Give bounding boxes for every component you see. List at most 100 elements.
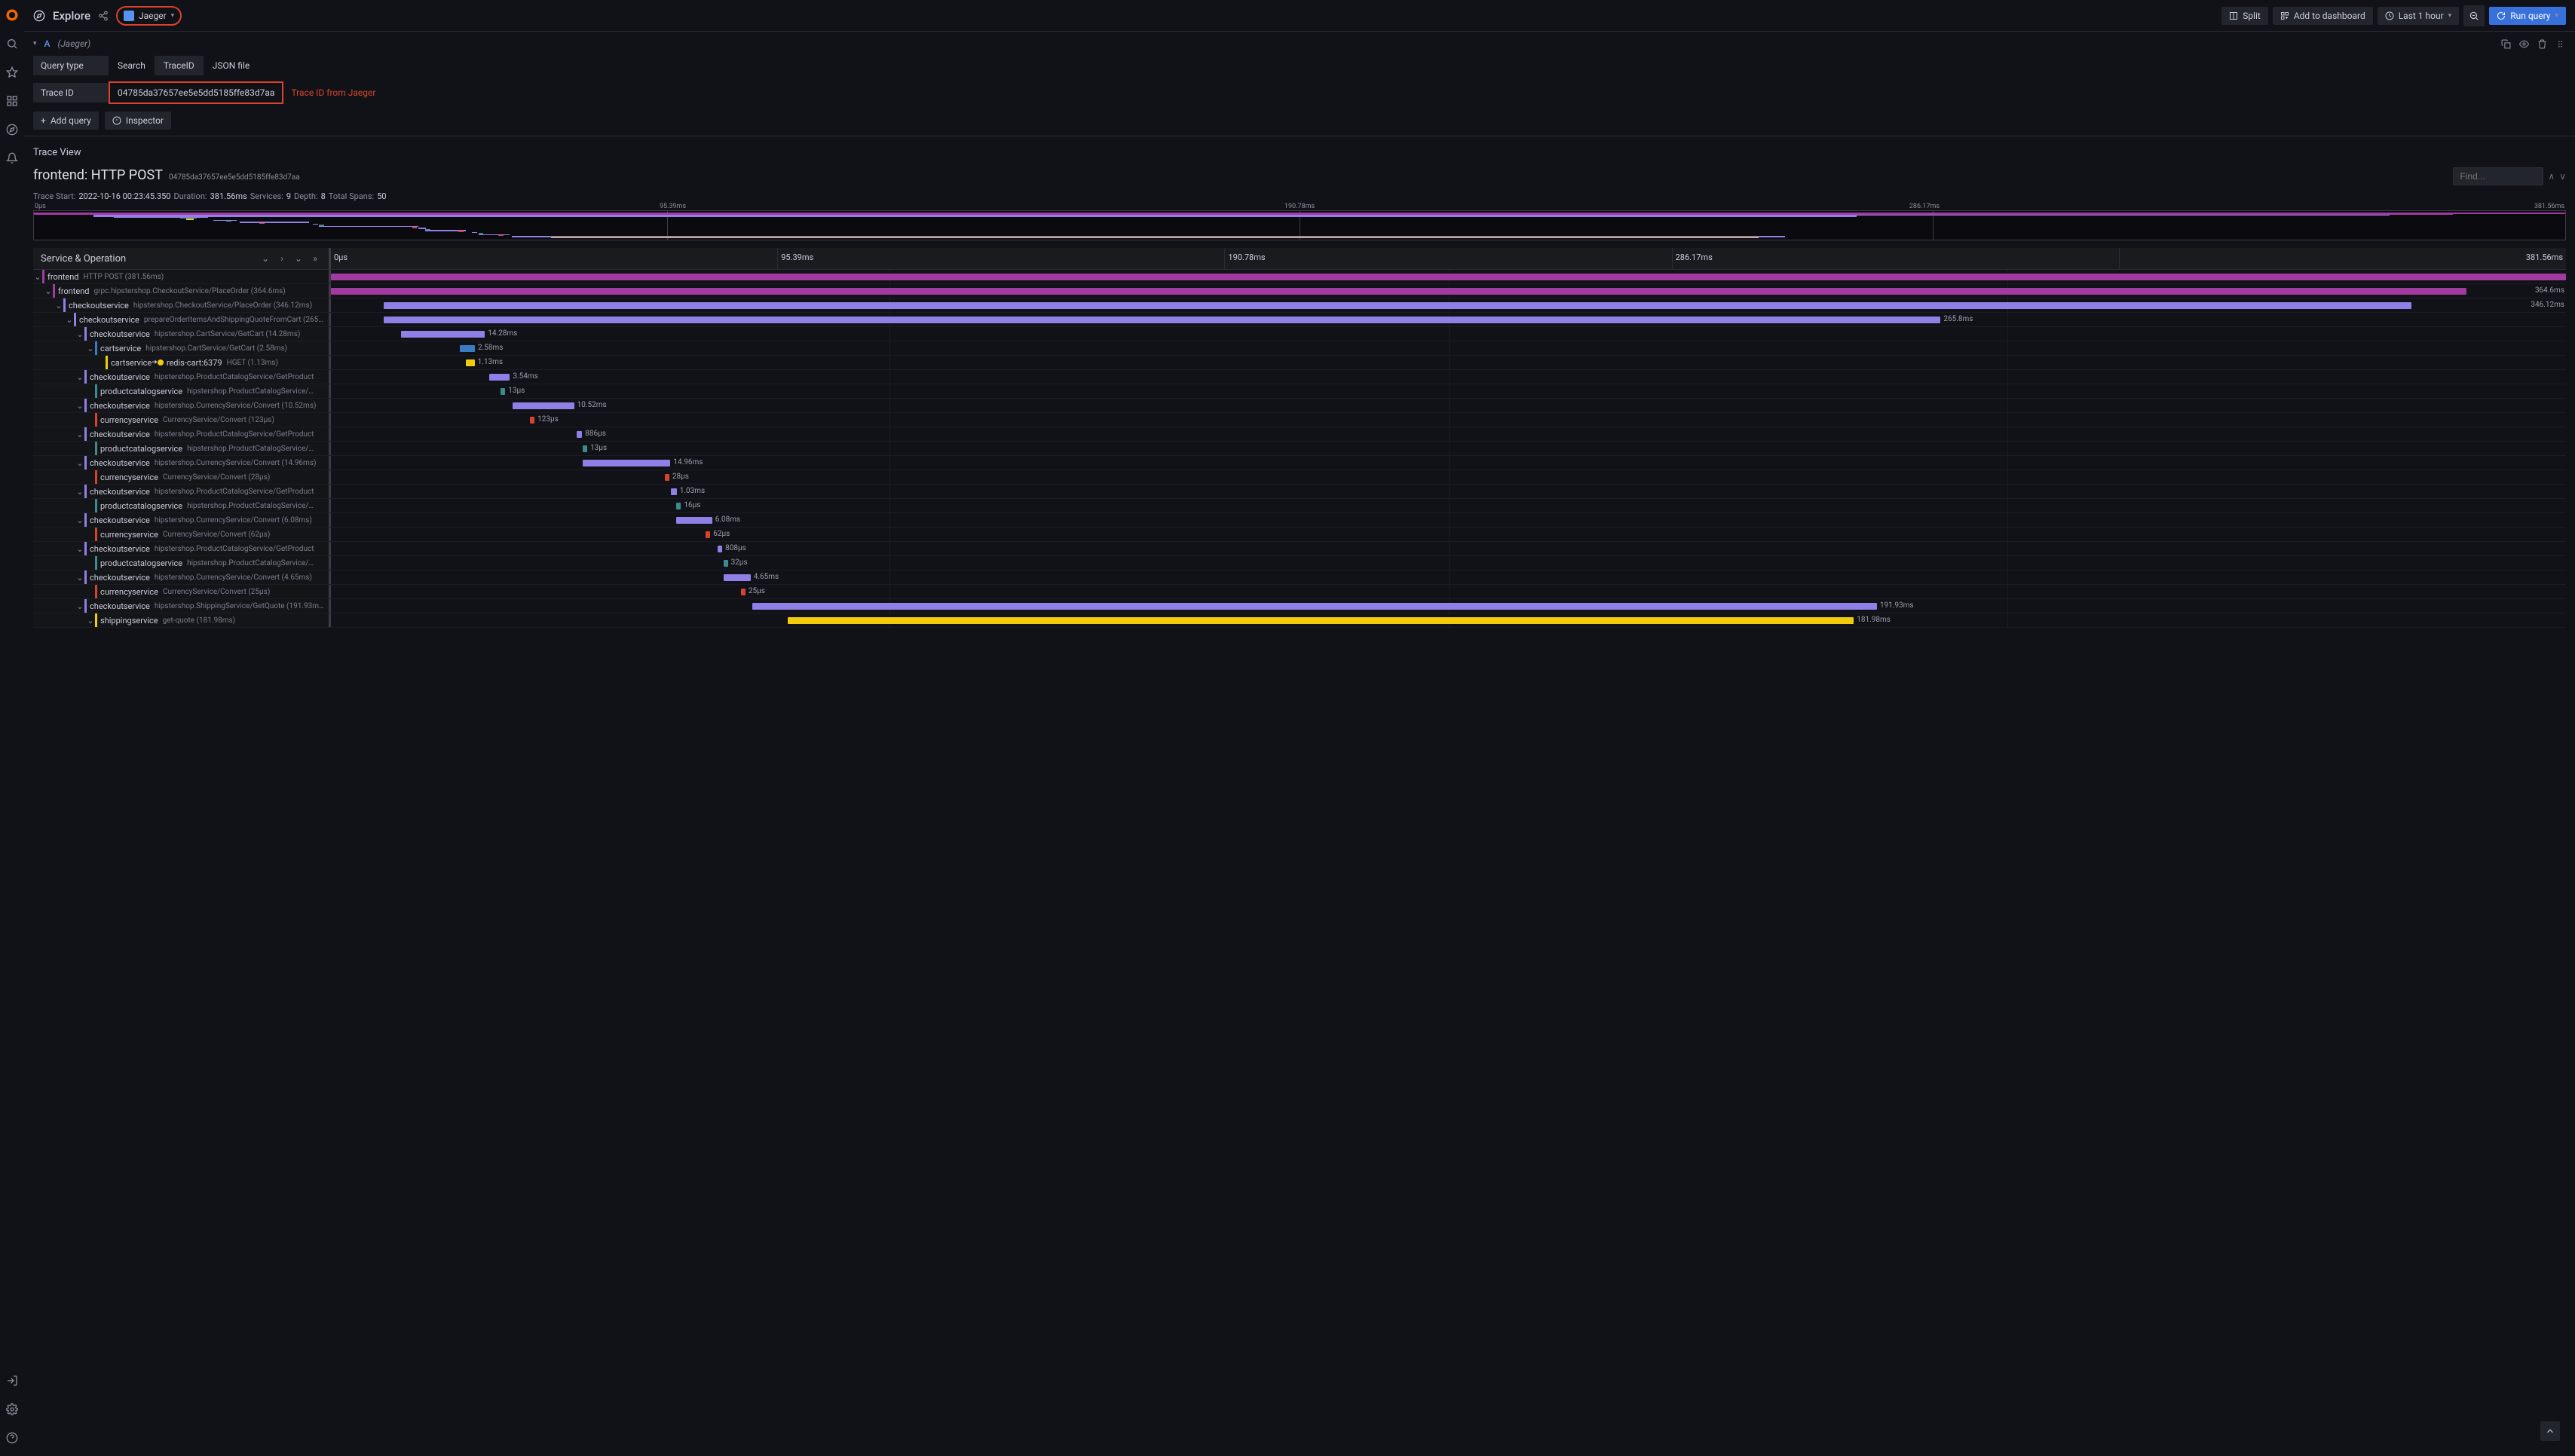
expand-all-icon[interactable]: »: [309, 252, 321, 265]
span-row[interactable]: ⌄cartservicehipstershop.CartService/GetC…: [33, 341, 2566, 356]
add-to-dashboard-button[interactable]: Add to dashboard: [2273, 7, 2373, 25]
span-bar[interactable]: [665, 474, 669, 481]
span-row[interactable]: ⌄frontendgrpc.hipstershop.CheckoutServic…: [33, 284, 2566, 298]
scroll-top-button[interactable]: [2540, 1421, 2560, 1441]
span-bar[interactable]: [384, 317, 1940, 323]
signin-icon[interactable]: [5, 1373, 20, 1388]
span-bar[interactable]: [530, 417, 534, 424]
chevron-down-icon[interactable]: ⌄: [65, 315, 74, 325]
chevron-down-icon[interactable]: ⌄: [75, 401, 84, 411]
chevron-down-icon[interactable]: ⌄: [75, 601, 84, 611]
chevron-down-icon[interactable]: ⌄: [54, 301, 63, 310]
span-bar[interactable]: [489, 374, 510, 381]
chevron-down-icon[interactable]: ⌄: [75, 573, 84, 583]
split-button[interactable]: Split: [2221, 7, 2268, 25]
run-query-button[interactable]: Run query ▾: [2489, 7, 2566, 25]
span-bar[interactable]: [724, 560, 728, 567]
span-row[interactable]: currencyserviceCurrencyService/Convert (…: [33, 528, 2566, 542]
span-bar[interactable]: [384, 302, 2411, 309]
drag-query-icon[interactable]: [2554, 38, 2566, 50]
span-bar[interactable]: [706, 531, 710, 538]
dashboards-icon[interactable]: [5, 93, 20, 109]
span-bar[interactable]: [331, 288, 2466, 295]
span-bar[interactable]: [676, 517, 712, 524]
query-tab-traceid[interactable]: TraceID: [155, 56, 204, 75]
search-icon[interactable]: [5, 36, 20, 51]
span-bar[interactable]: [501, 388, 505, 395]
span-row[interactable]: productcatalogservicehipstershop.Product…: [33, 442, 2566, 456]
query-tab-json-file[interactable]: JSON file: [204, 56, 259, 75]
span-row[interactable]: ⌄checkoutservicehipstershop.CurrencyServ…: [33, 456, 2566, 470]
chevron-down-icon[interactable]: ⌄: [75, 372, 84, 382]
span-row[interactable]: productcatalogservicehipstershop.Product…: [33, 499, 2566, 513]
expand-one-icon[interactable]: ›: [276, 252, 288, 265]
datasource-picker[interactable]: Jaeger ▾: [116, 6, 182, 26]
help-icon[interactable]: [5, 1430, 20, 1445]
grafana-logo-icon[interactable]: [5, 8, 20, 23]
span-bar[interactable]: [788, 617, 1854, 624]
span-row[interactable]: ⌄checkoutservicehipstershop.ProductCatal…: [33, 370, 2566, 384]
span-bar[interactable]: [718, 546, 722, 552]
inspector-button[interactable]: Inspector: [105, 112, 171, 130]
span-bar[interactable]: [331, 274, 2566, 280]
collapse-one-icon[interactable]: ⌄: [292, 252, 305, 265]
collapse-all-icon[interactable]: ⌄: [259, 252, 271, 265]
chevron-down-icon[interactable]: ⌄: [86, 616, 95, 626]
delete-query-icon[interactable]: [2536, 38, 2548, 50]
span-row[interactable]: productcatalogservicehipstershop.Product…: [33, 384, 2566, 399]
chevron-down-icon[interactable]: ⌄: [86, 344, 95, 353]
span-bar[interactable]: [513, 402, 574, 409]
span-bar[interactable]: [724, 574, 751, 581]
span-bar[interactable]: [466, 359, 475, 366]
span-row[interactable]: cartservice ➜ redis-cart:6379HGET (1.13m…: [33, 356, 2566, 370]
chevron-down-icon[interactable]: ⌄: [44, 286, 53, 296]
span-bar[interactable]: [676, 503, 681, 509]
chevron-down-icon[interactable]: ⌄: [75, 329, 84, 339]
copy-query-icon[interactable]: [2500, 38, 2512, 50]
alert-icon[interactable]: [5, 151, 20, 166]
trace-minimap[interactable]: [33, 210, 2566, 240]
span-row[interactable]: currencyserviceCurrencyService/Convert (…: [33, 470, 2566, 485]
span-row[interactable]: ⌄shippingserviceget-quote (181.98ms)181.…: [33, 613, 2566, 628]
span-row[interactable]: ⌄checkoutservicehipstershop.ProductCatal…: [33, 542, 2566, 556]
chevron-down-icon[interactable]: ⌄: [75, 515, 84, 525]
query-tab-search[interactable]: Search: [109, 56, 155, 75]
span-row[interactable]: ⌄checkoutservicehipstershop.CartService/…: [33, 327, 2566, 341]
span-row[interactable]: ⌄checkoutserviceprepareOrderItemsAndShip…: [33, 313, 2566, 327]
span-row[interactable]: ⌄checkoutservicehipstershop.ProductCatal…: [33, 427, 2566, 442]
share-icon[interactable]: [98, 11, 109, 21]
chevron-down-icon[interactable]: ⌄: [33, 272, 42, 282]
trace-id-input[interactable]: 04785da37657ee5e5dd5185ffe83d7aa: [109, 81, 283, 104]
toggle-query-icon[interactable]: [2518, 38, 2530, 50]
chevron-down-icon[interactable]: ⌄: [75, 544, 84, 554]
span-row[interactable]: ⌄checkoutservicehipstershop.CheckoutServ…: [33, 298, 2566, 313]
span-bar[interactable]: [741, 589, 746, 595]
find-prev-icon[interactable]: ∧: [2548, 171, 2555, 182]
span-row[interactable]: productcatalogservicehipstershop.Product…: [33, 556, 2566, 570]
gear-icon[interactable]: [5, 1402, 20, 1417]
span-bar[interactable]: [577, 431, 582, 438]
find-input[interactable]: [2453, 167, 2543, 185]
collapse-query-icon[interactable]: ▾: [33, 40, 37, 47]
add-query-button[interactable]: +Add query: [33, 112, 99, 130]
zoom-out-button[interactable]: [2463, 5, 2485, 26]
span-row[interactable]: ⌄checkoutservicehipstershop.ProductCatal…: [33, 485, 2566, 499]
span-row[interactable]: currencyserviceCurrencyService/Convert (…: [33, 585, 2566, 599]
span-row[interactable]: ⌄frontendHTTP POST (381.56ms): [33, 270, 2566, 284]
chevron-down-icon[interactable]: ⌄: [75, 487, 84, 497]
explore-icon[interactable]: [5, 122, 20, 137]
span-bar[interactable]: [671, 488, 677, 495]
find-next-icon[interactable]: ∨: [2559, 171, 2566, 182]
span-bar[interactable]: [401, 331, 485, 338]
span-row[interactable]: ⌄checkoutservicehipstershop.CurrencyServ…: [33, 513, 2566, 528]
star-icon[interactable]: [5, 65, 20, 80]
span-row[interactable]: ⌄checkoutservicehipstershop.CurrencyServ…: [33, 570, 2566, 585]
span-bar[interactable]: [583, 445, 587, 452]
span-bar[interactable]: [752, 603, 1876, 610]
span-row[interactable]: ⌄checkoutservicehipstershop.CurrencyServ…: [33, 399, 2566, 413]
time-range-picker[interactable]: Last 1 hour ▾: [2378, 7, 2459, 25]
span-bar[interactable]: [583, 460, 670, 466]
span-row[interactable]: currencyserviceCurrencyService/Convert (…: [33, 413, 2566, 427]
chevron-down-icon[interactable]: ⌄: [75, 458, 84, 468]
span-bar[interactable]: [460, 345, 475, 352]
